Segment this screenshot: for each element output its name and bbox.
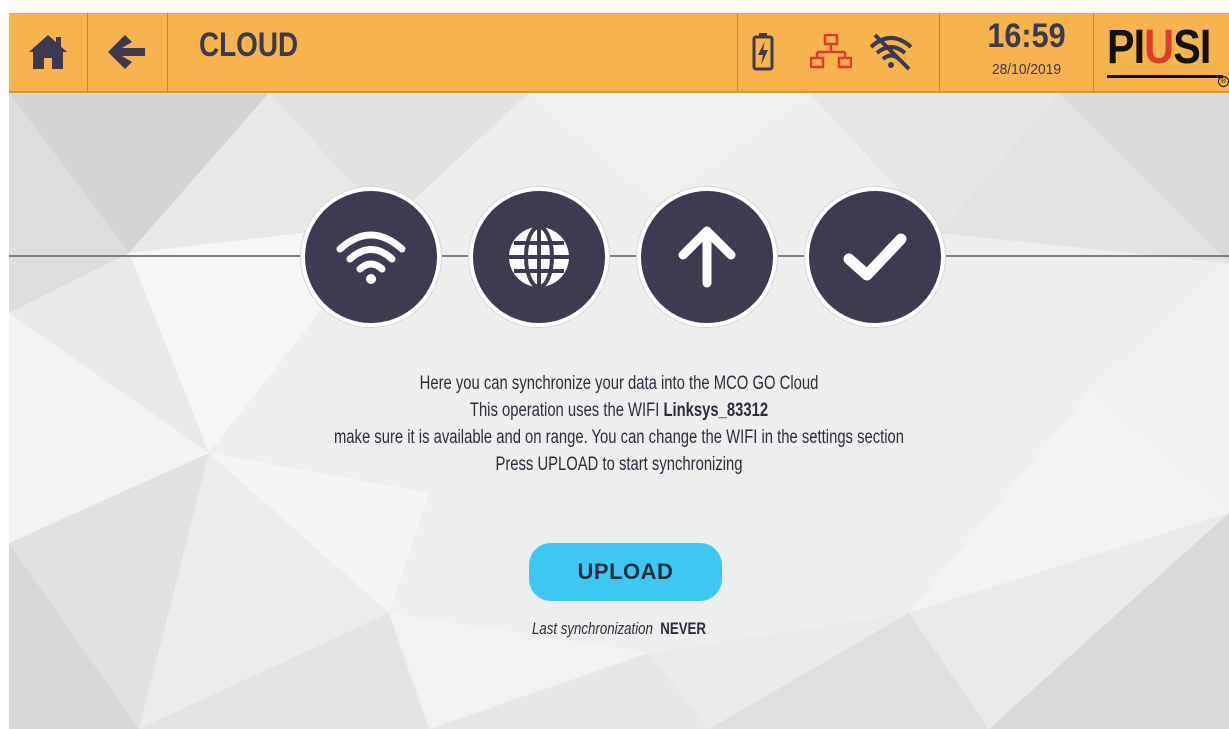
last-sync-value: NEVER [660, 619, 706, 638]
back-arrow-icon [108, 35, 145, 69]
last-sync-status: Last synchronization NEVER [143, 619, 1095, 639]
info-line-3: make sure it is available and on range. … [333, 427, 905, 448]
home-button[interactable] [9, 13, 87, 91]
checkmark-icon [843, 233, 907, 281]
registered-mark-icon: ® [1218, 76, 1229, 87]
wifi-off-icon [869, 33, 913, 71]
arrow-up-icon [678, 226, 736, 288]
back-button[interactable] [88, 13, 166, 91]
wifi-status [867, 13, 915, 91]
battery-status [749, 13, 777, 91]
step-upload [637, 187, 777, 327]
wifi-icon [336, 231, 406, 284]
page-title: CLOUD [199, 26, 299, 64]
steps-connector-line [9, 255, 1229, 257]
clock-time: 16:59 [987, 17, 1066, 55]
step-wifi [301, 187, 441, 327]
step-globe [469, 187, 609, 327]
home-icon [29, 35, 67, 69]
info-line-2: This operation uses the WIFI Linksys_833… [469, 400, 769, 421]
globe-icon [509, 225, 569, 289]
network-status [809, 13, 853, 91]
logo-underline [1107, 75, 1223, 78]
brand-logo: PIUSI [1107, 21, 1211, 74]
info-line-4: Press UPLOAD to start synchronizing [495, 454, 743, 475]
step-complete [805, 187, 945, 327]
upload-button[interactable]: UPLOAD [529, 543, 722, 601]
last-sync-label: Last synchronization [532, 619, 653, 638]
top-bar: CLOUD 16:59 28/10/2019 PIUSI ® [9, 13, 1229, 93]
info-line-1: Here you can synchronize your data into … [419, 373, 819, 394]
clock-date: 28/10/2019 [991, 61, 1062, 78]
battery-charging-icon [752, 33, 774, 71]
wifi-network-name: Linksys_83312 [663, 400, 769, 421]
network-icon [810, 34, 852, 69]
